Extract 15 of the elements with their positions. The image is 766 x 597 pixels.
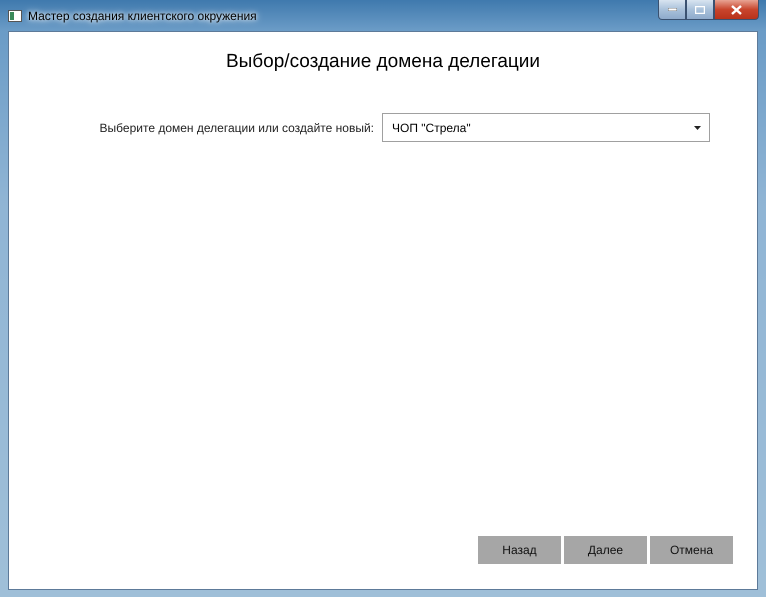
window-title: Мастер создания клиентского окружения <box>28 8 257 22</box>
maximize-button[interactable] <box>686 0 714 20</box>
domain-label: Выберите домен делегации или создайте новый: <box>98 120 374 134</box>
wizard-button[interactable]: Отмена <box>650 536 733 564</box>
minimize-icon <box>668 8 676 11</box>
wizard-button[interactable]: Далее <box>564 536 647 564</box>
page-heading: Выбор/создание домена делегации <box>224 51 542 73</box>
minimize-button[interactable] <box>658 0 686 20</box>
caret-icon <box>694 126 701 130</box>
close-icon <box>731 4 742 14</box>
close-button[interactable] <box>714 0 759 20</box>
domain-dropdown[interactable]: ЧОП "Стрела" <box>382 113 710 142</box>
window-icon <box>8 10 22 22</box>
wizard-button[interactable]: Назад <box>478 536 561 564</box>
maximize-icon <box>695 6 705 14</box>
